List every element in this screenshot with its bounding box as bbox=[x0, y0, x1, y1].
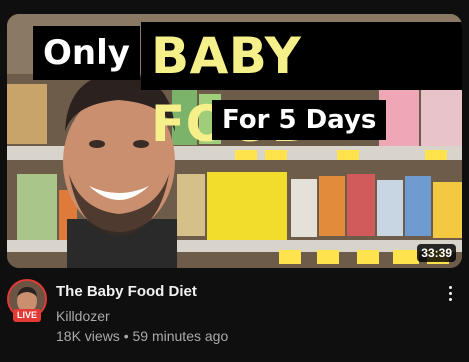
menu-dot bbox=[448, 285, 452, 289]
duration-badge: 33:39 bbox=[417, 244, 456, 262]
meta-separator: • bbox=[123, 328, 129, 344]
video-metadata: 18K views • 59 minutes ago bbox=[56, 328, 228, 344]
live-badge: LIVE bbox=[13, 309, 41, 322]
video-thumbnail[interactable]: Only BABY FOOD For 5 Days 33:39 bbox=[7, 14, 462, 268]
channel-name[interactable]: Killdozer bbox=[56, 308, 110, 324]
video-title[interactable]: The Baby Food Diet bbox=[56, 283, 426, 300]
video-card[interactable]: Only BABY FOOD For 5 Days 33:39 LIVE The… bbox=[0, 0, 469, 362]
channel-avatar-button[interactable]: LIVE bbox=[7, 279, 47, 322]
view-count: 18K views bbox=[56, 328, 120, 344]
thumbnail-text-days: For 5 Days bbox=[212, 100, 387, 140]
upload-age: 59 minutes ago bbox=[132, 328, 229, 344]
menu-dot bbox=[448, 291, 452, 295]
more-vert-icon[interactable] bbox=[440, 283, 460, 303]
menu-dot bbox=[448, 297, 452, 301]
thumbnail-text-baby-food: BABY FOOD bbox=[141, 22, 462, 153]
thumbnail-text-only: Only bbox=[33, 26, 140, 80]
